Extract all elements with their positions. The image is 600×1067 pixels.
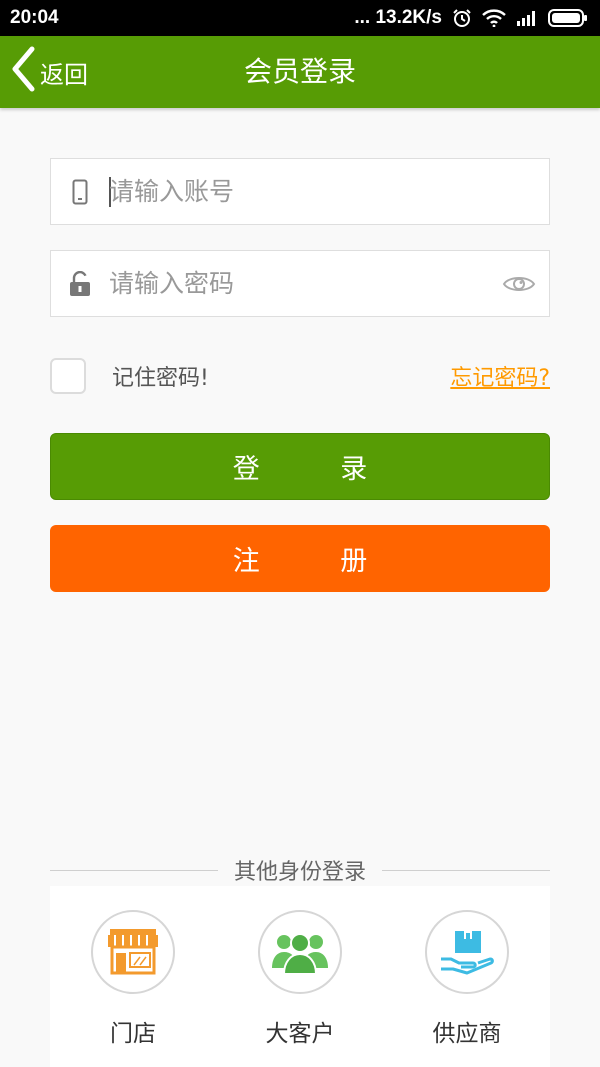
register-button[interactable]: 注 册 [50,525,550,592]
title-bar: 返回 会员登录 [0,36,600,108]
identity-panel: 门店 大客户 供应商 [50,886,550,1067]
identity-label: 门店 [110,1021,156,1047]
group-icon [258,910,342,994]
remember-checkbox[interactable] [50,358,86,394]
forgot-password-link[interactable]: 忘记密码? [450,360,550,392]
wifi-icon [482,9,506,27]
identity-store[interactable]: 门店 [58,886,208,1067]
battery-icon [548,9,588,27]
status-time: 20:04 [10,7,59,28]
network-speed: ... 13.2K/s [354,7,442,28]
unlock-icon [51,270,109,297]
eye-icon[interactable] [489,273,549,295]
page-title: 会员登录 [243,55,356,88]
back-button[interactable]: 返回 [10,36,88,108]
alarm-icon [452,8,472,28]
login-button[interactable]: 登 录 [50,433,550,500]
remember-label: 记住密码! [112,366,209,391]
identity-key-account[interactable]: 大客户 [225,886,375,1067]
identity-label: 大客户 [265,1021,335,1047]
identity-label: 供应商 [432,1021,502,1047]
divider-line-right [382,869,551,871]
remember-row: 记住密码! 忘记密码? [50,356,550,396]
other-identity-divider: 其他身份登录 [50,855,551,885]
phone-icon [51,179,109,205]
identity-supplier[interactable]: 供应商 [392,886,542,1067]
status-bar: 20:04 ... 13.2K/s [0,0,600,36]
account-field [50,158,550,225]
password-field [50,250,550,317]
back-label: 返回 [40,60,88,89]
account-input[interactable] [109,159,549,224]
supplier-box-icon [425,910,509,994]
signal-icon [516,10,538,26]
chevron-left-icon [10,46,36,98]
password-input[interactable] [109,251,489,316]
status-indicators: ... 13.2K/s [354,7,588,29]
divider-line-left [50,869,218,871]
other-identity-heading: 其他身份登录 [234,860,367,885]
store-icon [91,910,175,994]
